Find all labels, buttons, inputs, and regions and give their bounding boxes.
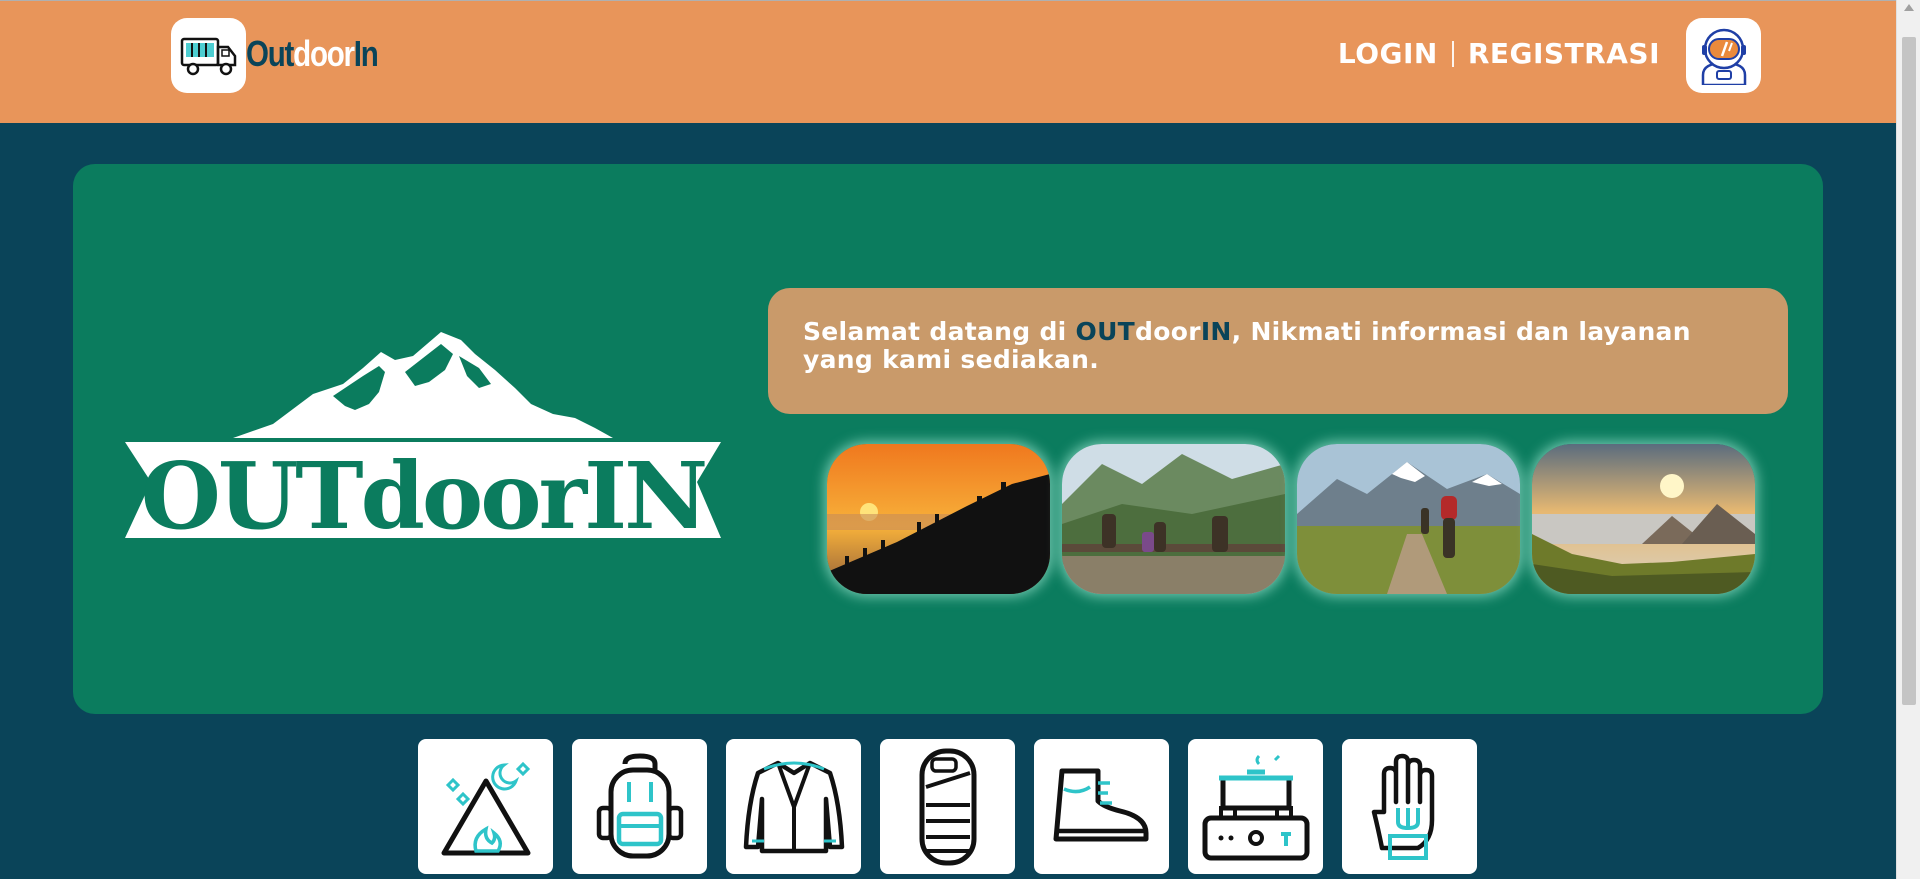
- hiking-boot-icon: [1053, 768, 1148, 841]
- top-navbar: OutdoorIn LOGIN REGISTRASI: [0, 0, 1896, 123]
- photo-gallery: [827, 444, 1755, 594]
- tent-campfire-icon: [441, 761, 530, 855]
- welcome-message: Selamat datang di OUTdoorIN, Nikmati inf…: [768, 288, 1788, 414]
- photo-sunset-hikers: [827, 444, 1050, 594]
- category-tent[interactable]: [418, 739, 553, 874]
- category-jacket[interactable]: [726, 739, 861, 874]
- astronaut-avatar-icon[interactable]: [1686, 18, 1761, 93]
- photo-hiker-snowy-trail: [1297, 444, 1520, 594]
- photo-hikers-resting: [1062, 444, 1285, 594]
- brand-part-out: Out: [246, 33, 294, 74]
- photo-volcano-sunrise: [1532, 444, 1755, 594]
- login-link[interactable]: LOGIN: [1338, 37, 1438, 70]
- category-boot[interactable]: [1034, 739, 1169, 874]
- sleeping-bag-icon: [919, 748, 976, 865]
- hero-panel: OUTdoorIN Selamat datang di OUTdoorIN, N…: [73, 164, 1823, 714]
- camping-stove-icon: [1202, 754, 1309, 860]
- backpack-icon: [596, 752, 683, 858]
- scroll-up-arrow-icon[interactable]: [1904, 4, 1914, 11]
- category-stove[interactable]: [1188, 739, 1323, 874]
- category-list: [418, 739, 1477, 874]
- welcome-brand-door: door: [1135, 317, 1201, 346]
- truck-logo-icon[interactable]: [171, 18, 246, 93]
- welcome-brand-out: OUT: [1075, 317, 1136, 346]
- welcome-prefix: Selamat datang di: [803, 317, 1076, 346]
- brand-part-in: In: [353, 33, 379, 74]
- jacket-icon: [743, 760, 844, 853]
- hero-logo-text: OUTdoorIN: [141, 442, 706, 538]
- glove-icon: [1371, 753, 1434, 860]
- brand-name[interactable]: OutdoorIn: [246, 33, 379, 75]
- outdoorin-mountain-logo: OUTdoorIN: [123, 332, 723, 550]
- page-scrollbar[interactable]: [1896, 0, 1920, 879]
- welcome-brand-in: IN: [1200, 317, 1232, 346]
- category-backpack[interactable]: [572, 739, 707, 874]
- category-sleeping-bag[interactable]: [880, 739, 1015, 874]
- brand-part-door: door: [293, 33, 355, 74]
- category-glove[interactable]: [1342, 739, 1477, 874]
- scroll-thumb[interactable]: [1902, 37, 1916, 705]
- register-link[interactable]: REGISTRASI: [1468, 37, 1660, 70]
- auth-nav: LOGIN REGISTRASI: [1338, 37, 1660, 70]
- nav-divider: [1451, 40, 1454, 67]
